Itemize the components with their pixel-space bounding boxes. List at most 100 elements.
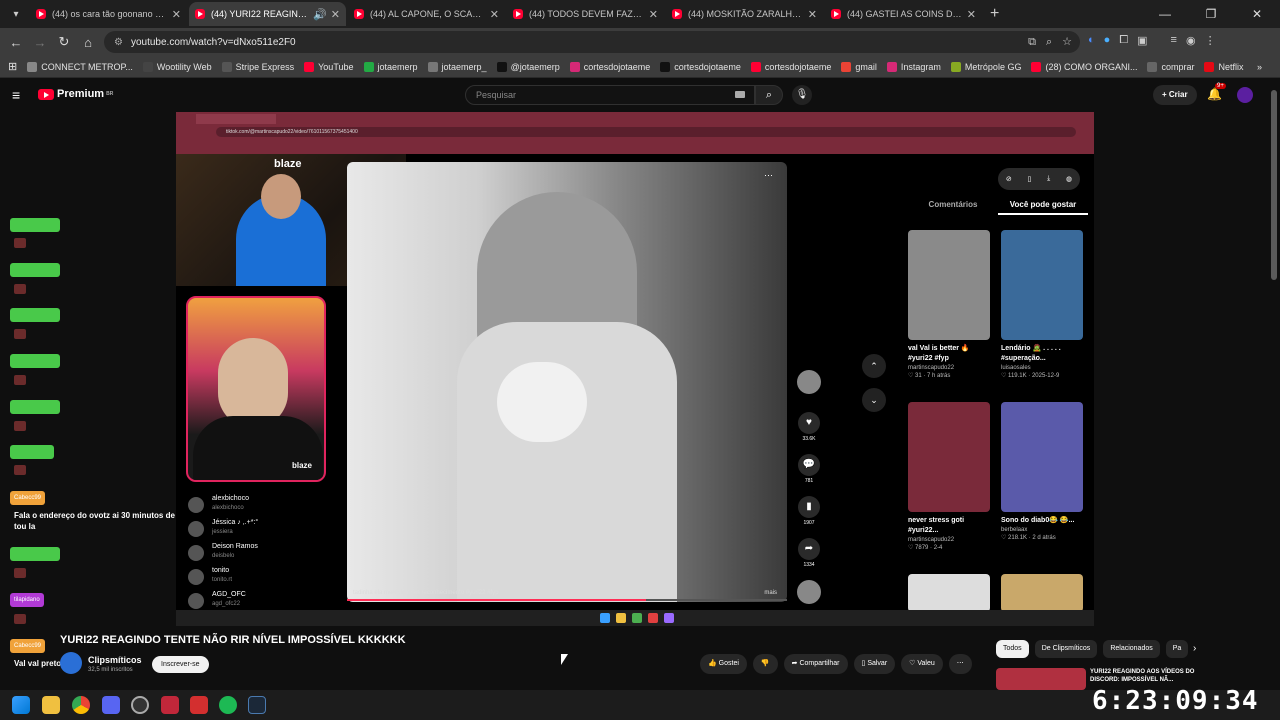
extensions-puzzle-icon[interactable]: ⧠ <box>1119 34 1128 47</box>
tiktok-video-frame[interactable]: tadinha ela merecia mais reconhecimento … <box>347 162 787 602</box>
video-player[interactable]: tiktok.com/@martinscapudo22/video/761011… <box>176 112 1094 626</box>
bookmark-item[interactable]: cortesdojotaeme <box>569 61 650 72</box>
close-tab-icon[interactable]: ✕ <box>490 8 499 21</box>
bookmark-item[interactable]: Stripe Express <box>221 61 294 72</box>
creator-avatar[interactable] <box>794 370 824 412</box>
bookmark-item[interactable]: Metrópole GG <box>950 61 1021 72</box>
save-button[interactable]: ▯ Salvar <box>853 654 896 674</box>
bookmark-item[interactable]: Wootility Web <box>142 61 212 72</box>
save-action[interactable]: ▮ 1907 <box>794 496 824 538</box>
app-icon[interactable] <box>131 696 149 714</box>
roblox-icon[interactable] <box>190 696 208 714</box>
chrome-icon[interactable] <box>72 696 90 714</box>
back-icon[interactable]: ← <box>4 35 28 50</box>
bookmark-item[interactable]: @jotaemerp <box>496 61 560 72</box>
browser-tab[interactable]: (44) MOSKITÃO ZARALHANDO✕ <box>666 2 823 26</box>
close-tab-icon[interactable]: ✕ <box>808 8 817 21</box>
bookmark-item[interactable]: Netflix <box>1204 61 1244 72</box>
browser-tab[interactable]: (44) os cara tão goonano pra re ✕ <box>30 2 187 26</box>
chip-all[interactable]: Todos <box>996 640 1029 658</box>
like-action[interactable]: ♥ 33.6K <box>794 412 824 454</box>
address-bar[interactable]: ⚙ youtube.com/watch?v=dNxo511e2F0 ⧉ ⌕ ☆ <box>104 31 1080 53</box>
channel-avatar[interactable] <box>60 652 82 674</box>
comment-action[interactable]: 💬 781 <box>794 454 824 496</box>
bookmark-item[interactable]: CONNECT METROP... <box>27 61 133 72</box>
notifications-bell-icon[interactable]: 🔔 <box>1207 87 1222 101</box>
chip-channel[interactable]: De Clipsmíticos <box>1034 640 1098 658</box>
windows-start-icon[interactable] <box>12 696 30 714</box>
voice-search-button[interactable]: 🎙 <box>792 85 812 105</box>
more-vert-icon[interactable]: ⋮ <box>1205 34 1216 47</box>
close-tab-icon[interactable]: ✕ <box>649 8 658 21</box>
site-info-icon[interactable]: ⚙ <box>114 37 123 48</box>
suggested-video-card[interactable] <box>908 574 990 612</box>
search-button[interactable]: ⌕ <box>755 85 783 105</box>
bookmark-item[interactable]: cortesdojotaeme <box>750 61 831 72</box>
spotify-icon[interactable] <box>219 696 237 714</box>
bookmark-item[interactable]: gmail <box>841 61 877 72</box>
close-tab-icon[interactable]: ✕ <box>967 8 976 21</box>
recommended-thumbnail[interactable] <box>996 668 1086 690</box>
account-avatar[interactable] <box>1237 87 1253 103</box>
more-options-icon[interactable]: ⋯ <box>764 170 773 181</box>
chip-more[interactable]: Pa <box>1165 640 1189 658</box>
bookmark-star-icon[interactable]: ☆ <box>1062 31 1072 53</box>
like-button[interactable]: 👍 Gostei <box>700 654 747 674</box>
bookmark-item[interactable]: comprar <box>1147 61 1194 72</box>
share-action[interactable]: ➦ 1334 <box>794 538 824 580</box>
more-actions-button[interactable]: ⋯ <box>948 654 972 674</box>
more-link[interactable]: mais <box>764 590 777 596</box>
create-button[interactable]: + Criar <box>1153 85 1197 105</box>
subscribe-button[interactable]: Inscrever-se <box>152 656 209 673</box>
chip-related[interactable]: Relacionados <box>1103 640 1160 658</box>
bookmark-item[interactable]: cortesdojotaeme <box>660 61 741 72</box>
suggested-video-card[interactable] <box>1001 574 1083 612</box>
discord-icon[interactable] <box>102 696 120 714</box>
keyboard-icon[interactable] <box>735 91 745 98</box>
page-scrollbar[interactable] <box>1271 90 1277 280</box>
bookmarks-overflow-icon[interactable]: » <box>1257 62 1262 72</box>
youtube-logo[interactable]: Premium BR <box>38 88 113 100</box>
bookmark-item[interactable]: (28) COMO ORGANI... <box>1031 61 1137 72</box>
file-explorer-icon[interactable] <box>42 696 60 714</box>
recommended-title[interactable]: YURI22 REAGINDO AOS VÍDEOS DO DISCORD: I… <box>1090 668 1200 684</box>
bookmark-item[interactable]: jotaemerp <box>363 61 418 72</box>
reload-icon[interactable]: ↻ <box>52 34 76 50</box>
tab-you-may-like[interactable]: Você pode gostar <box>998 200 1088 215</box>
tab-search-button[interactable]: ▾ <box>4 3 28 25</box>
search-input[interactable]: Pesquisar <box>465 85 755 105</box>
suggested-video-card[interactable]: never stress goti #yuri22... martinscapu… <box>908 402 990 551</box>
browser-tab-active[interactable]: (44) YURI22 REAGINDO TE🔊✕ <box>189 2 346 26</box>
forward-icon[interactable]: → <box>28 35 52 50</box>
home-icon[interactable]: ⌂ <box>76 35 100 50</box>
previous-video-button[interactable]: ⌃ <box>862 354 886 378</box>
channel-name[interactable]: Clipsmíticos <box>88 655 142 665</box>
dislike-button[interactable]: 👎 <box>752 654 778 674</box>
maximize-icon[interactable]: ❐ <box>1188 0 1234 28</box>
hamburger-menu-icon[interactable]: ≡ <box>12 87 20 103</box>
menu-icon[interactable]: ≡ <box>1171 34 1177 47</box>
compass-icon[interactable]: ⊘ <box>1006 175 1012 183</box>
profile-avatar-icon[interactable]: ◉ <box>1186 34 1196 47</box>
speaker-icon[interactable]: 🔊 <box>313 8 327 21</box>
browser-tab[interactable]: (44) AL CAPONE, O SCARFACE✕ <box>348 2 505 26</box>
sidebar-icon[interactable]: ▣ <box>1137 34 1147 47</box>
next-video-button[interactable]: ⌄ <box>862 388 886 412</box>
zoom-icon[interactable]: ⌕ <box>1046 31 1052 53</box>
new-tab-button[interactable]: + <box>990 5 999 23</box>
user-avatar-icon[interactable]: ◍ <box>1066 175 1072 183</box>
extension-icon[interactable]: ● <box>1104 34 1111 47</box>
apps-icon[interactable]: ⊞ <box>8 60 17 73</box>
bookmark-item[interactable]: jotaemerp_ <box>427 61 487 72</box>
steam-icon[interactable] <box>248 696 266 714</box>
share-button[interactable]: ➦ Compartilhar <box>783 654 848 674</box>
suggested-video-card[interactable]: Sono do diab0😂 😂... berbelaax ♡ 218.1K ·… <box>1001 402 1083 541</box>
extension-icon[interactable]: ◐ <box>1088 34 1095 47</box>
close-window-icon[interactable]: ✕ <box>1234 0 1280 28</box>
suggested-video-card[interactable]: val Val is better 🔥 #yuri22 #fyp martins… <box>908 230 990 379</box>
download-icon[interactable]: ⤓ <box>1047 175 1050 183</box>
tab-comments[interactable]: Comentários <box>908 200 998 215</box>
close-tab-icon[interactable]: ✕ <box>331 8 340 21</box>
bookmark-item[interactable]: YouTube <box>304 61 354 72</box>
tiktok-progress-bar[interactable] <box>347 599 787 601</box>
